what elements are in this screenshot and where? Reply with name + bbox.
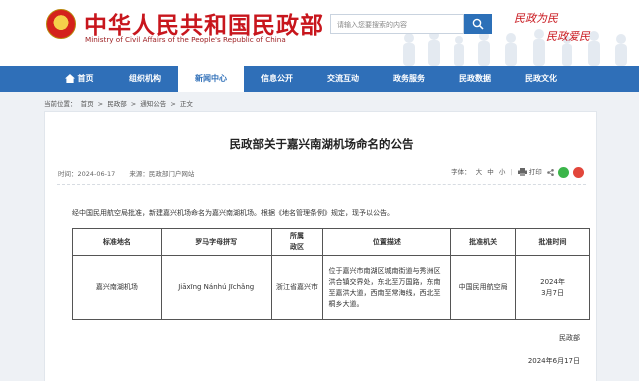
nav-item-label: 民政文化 [525,74,557,83]
cell-approval-date: 2024年 3月7日 [515,255,590,320]
cell-location: 位于嘉兴市南湖区城南街道与秀洲区洪合镇交界处，东北至万国路，东南至嘉洪大道，西南… [322,255,452,320]
article-source: 来源：民政部门户网站 [129,170,195,178]
national-emblem-logo [46,9,76,39]
cell-standard-name: 嘉兴南湖机场 [72,255,162,320]
table-header-cell: 所属 政区 [270,228,324,256]
breadcrumb-item[interactable]: 民政部 [107,100,127,108]
site-subtitle: Ministry of Civil Affairs of the People'… [85,35,286,44]
publish-time: 时间：2024-06-17 [58,170,116,178]
table-header-row: 标准地名 罗马字母拼写 所属 政区 位置描述 批准机关 批准时间 [72,228,590,256]
nav-item-label: 首页 [77,74,94,83]
breadcrumb-separator: > [97,100,104,108]
nav-item-news[interactable]: 新闻中心 [178,66,244,92]
breadcrumb-item[interactable]: 首页 [81,100,94,108]
article-panel: 民政部关于嘉兴南湖机场命名的公告 时间：2024-06-17 来源：民政部门户网… [44,111,597,381]
font-size-medium-button[interactable]: 中 [487,168,494,176]
nav-item-home[interactable]: 首页 [46,66,112,92]
article-tools: 字体： 大 中 小 | 打印 [451,165,584,179]
article-meta: 时间：2024-06-17 来源：民政部门户网站 [58,168,194,178]
table-header-cell: 批准机关 [450,228,517,256]
font-size-label: 字体： [451,168,471,176]
printer-icon[interactable] [517,168,527,176]
table-header-cell: 罗马字母拼写 [160,228,272,256]
search-button[interactable] [464,14,492,34]
announcement-table: 标准地名 罗马字母拼写 所属 政区 位置描述 批准机关 批准时间 嘉兴南湖机场 … [72,228,590,320]
article-title: 民政部关于嘉兴南湖机场命名的公告 [229,137,414,151]
signature: 民政部 [559,334,580,342]
nav-item-culture[interactable]: 民政文化 [508,66,574,92]
slogan-line-2: 民政爱民 [546,30,590,43]
article-intro: 经中国民用航空局批准，新建嘉兴机场命名为嘉兴南湖机场。根据《地名管理条例》规定，… [72,209,394,217]
cell-region: 浙江省嘉兴市 [270,255,324,320]
breadcrumb: 当前位置： 首页 > 民政部 > 通知公告 > 正文 [44,98,195,108]
nav-item-label: 交流互动 [327,74,359,83]
cell-authority: 中国民用航空局 [450,255,517,320]
table-header-cell: 标准地名 [72,228,162,256]
home-icon [64,74,75,83]
font-size-small-button[interactable]: 小 [499,168,506,176]
breadcrumb-item[interactable]: 通知公告 [140,100,166,108]
nav-item-label: 组织机构 [129,74,161,83]
nav-item-data[interactable]: 民政数据 [442,66,508,92]
nav-item-label: 政务服务 [393,74,425,83]
nav-item-organization[interactable]: 组织机构 [112,66,178,92]
nav-item-services[interactable]: 政务服务 [376,66,442,92]
nav-item-info-disclosure[interactable]: 信息公开 [244,66,310,92]
site-header: 中华人民共和国民政部 Ministry of Civil Affairs of … [0,0,639,66]
weibo-share-icon[interactable] [573,166,584,178]
breadcrumb-separator: > [170,100,176,108]
signature-date: 2024年6月17日 [527,357,580,365]
share-icon[interactable] [547,168,554,176]
breadcrumb-item: 正文 [179,100,193,108]
table-header-cell: 位置描述 [322,228,452,256]
table-row: 嘉兴南湖机场 Jiāxīng Nánhú Jīchǎng 浙江省嘉兴市 位于嘉兴… [72,255,590,320]
search-icon [472,18,484,30]
nav-item-label: 新闻中心 [195,74,227,83]
nav-item-interaction[interactable]: 交流互动 [310,66,376,92]
tool-divider: | [510,168,513,176]
print-button[interactable]: 打印 [529,168,542,176]
breadcrumb-separator: > [130,100,137,108]
slogan: 民政为民 民政爱民 [510,6,620,46]
nav-item-label: 民政数据 [459,74,491,83]
breadcrumb-prefix: 当前位置： [44,100,77,108]
font-size-large-button[interactable]: 大 [476,168,483,176]
wechat-share-icon[interactable] [557,166,569,178]
slogan-line-1: 民政为民 [514,12,558,25]
cell-roman-spelling: Jiāxīng Nánhú Jīchǎng [160,255,272,320]
nav-item-label: 信息公开 [261,74,293,83]
main-nav: 首页 组织机构 新闻中心 信息公开 交流互动 政务服务 民政数据 民政文化 [0,66,639,92]
table-header-cell: 批准时间 [515,228,590,256]
search-input[interactable]: 请输入您要搜索的内容 [330,14,464,34]
divider [57,184,586,185]
